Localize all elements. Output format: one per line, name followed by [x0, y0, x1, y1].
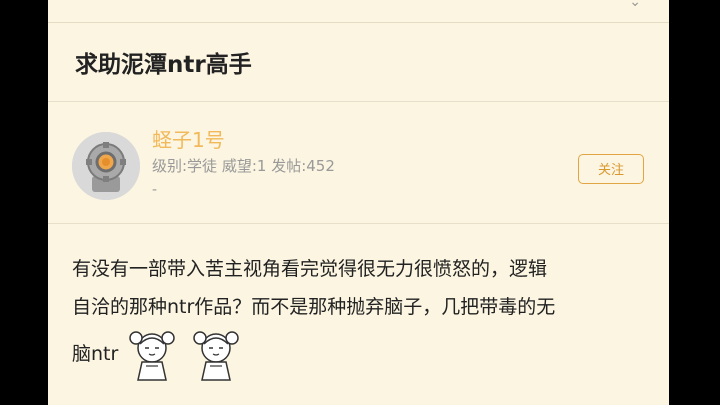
author-extra: - [152, 182, 158, 198]
follow-button[interactable]: 关注 [578, 154, 644, 184]
diving-helmet-icon [72, 132, 140, 200]
avatar[interactable] [72, 132, 140, 200]
post-body-line: 有没有一部带入苦主视角看完觉得很无力很愤怒的，逻辑 [72, 258, 548, 280]
post-body-line: 自洽的那种ntr作品？而不是那种抛弃脑子，几把带毒的无 [72, 296, 556, 318]
anime-girl-sticker-icon [122, 326, 182, 399]
divider [48, 101, 669, 102]
top-bar: ⌄ [48, 0, 669, 23]
post-body-text: 脑ntr [72, 343, 119, 365]
post-body: 有没有一部带入苦主视角看完觉得很无力很愤怒的，逻辑 自洽的那种ntr作品？而不是… [72, 250, 657, 399]
post-body-line-last: 脑ntr [72, 326, 657, 399]
author-meta: 级别:学徒 威望:1 发帖:452 [152, 157, 335, 175]
post-title: 求助泥潭ntr高手 [75, 52, 252, 78]
author-name[interactable]: 蛏子1号 [152, 124, 225, 153]
chevron-icon[interactable]: ⌄ [629, 0, 641, 10]
app-screen: ⌄ 求助泥潭ntr高手 蛏子1号 级别:学徒 威望:1 发帖:452 - 关注 … [48, 0, 669, 405]
anime-girl-sticker-icon [186, 326, 246, 399]
divider [48, 223, 669, 224]
